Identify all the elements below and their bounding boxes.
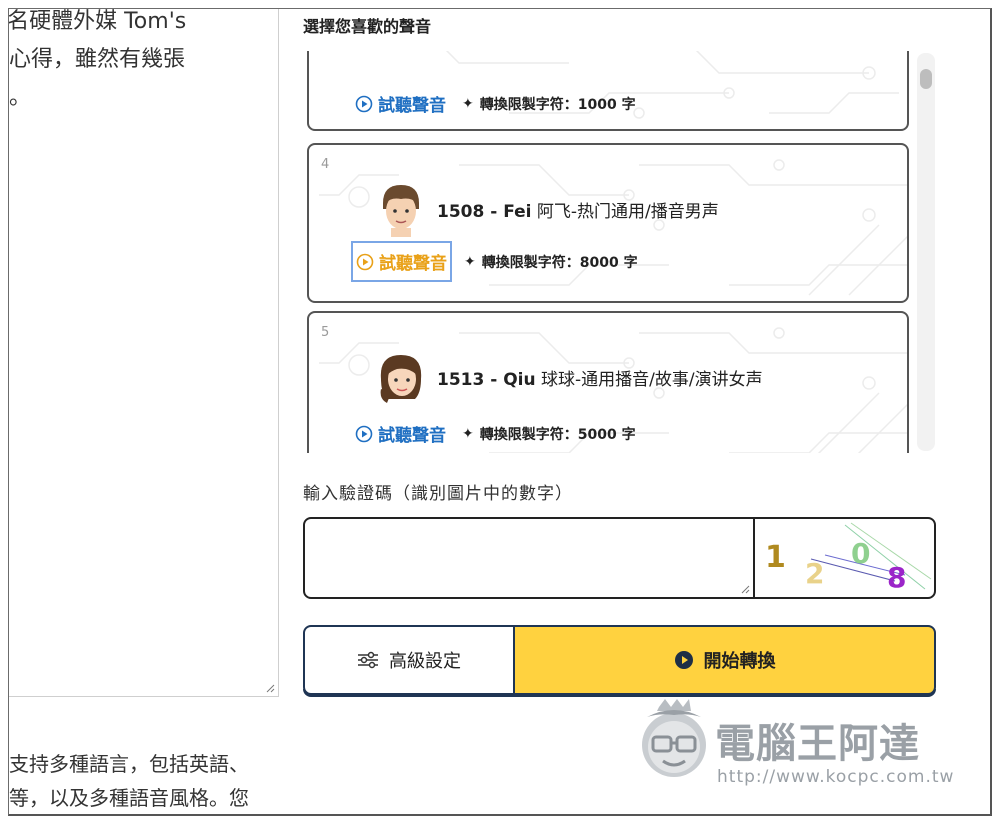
start-convert-button[interactable]: 開始轉換 xyxy=(513,625,936,695)
article-line: 心得，雖然有幾張 xyxy=(9,47,186,72)
watermark-title: 電腦王阿達 xyxy=(715,721,920,767)
voice-card-actions: 試聽聲音 ✦ 轉換限製字符：1000 字 xyxy=(353,87,636,120)
listen-label: 試聽聲音 xyxy=(378,426,446,446)
captcha-input[interactable] xyxy=(303,517,755,599)
voice-card-number: 4 xyxy=(321,157,330,172)
article-line: 支持多種語言，包括英語、 xyxy=(9,752,249,776)
captcha-graphic: 1 2 0 8 xyxy=(765,522,932,594)
voice-card[interactable]: 5 1513 - Qiu 球球-通用播音/故事/演讲女声 試聽聲音 ✦ 轉換限製… xyxy=(307,311,909,453)
avatar xyxy=(389,51,419,57)
voice-list[interactable]: 試聽聲音 ✦ 轉換限製字符：1000 字 4 1508 - Fei 阿飞-热门通… xyxy=(307,51,935,453)
play-circle-icon xyxy=(355,95,373,112)
watermark-url: http://www.kocpc.com.tw xyxy=(717,767,955,787)
watermark-logo: 電腦王阿達 http://www.kocpc.com.tw xyxy=(629,695,969,795)
sliders-icon xyxy=(358,651,378,669)
listen-button[interactable]: 試聽聲音 xyxy=(353,417,448,450)
mascot-icon xyxy=(642,699,706,777)
char-limit-text: 轉換限製字符：5000 字 xyxy=(479,426,636,443)
char-limit: ✦ 轉換限製字符：8000 字 xyxy=(464,252,638,272)
listen-label: 試聽聲音 xyxy=(379,254,447,274)
start-convert-label: 開始轉換 xyxy=(703,651,776,672)
char-limit-text: 轉換限製字符：8000 字 xyxy=(481,254,638,271)
resize-grip-icon[interactable] xyxy=(740,584,750,594)
play-circle-icon xyxy=(355,425,373,442)
voice-description: 阿飞-热门通用/播音男声 xyxy=(536,202,719,222)
voice-card-number: 5 xyxy=(321,325,330,340)
captcha-digit: 2 xyxy=(805,557,824,590)
char-limit-text: 轉換限製字符：1000 字 xyxy=(479,96,636,113)
avatar xyxy=(380,355,422,403)
voice-code: 1513 - Qiu xyxy=(437,370,536,390)
voice-name: 1508 - Fei 阿飞-热门通用/播音男声 xyxy=(437,197,719,222)
captcha-image[interactable]: 1 2 0 8 xyxy=(753,517,936,599)
sparkle-icon: ✦ xyxy=(462,95,474,112)
captcha-digit: 0 xyxy=(851,537,870,570)
play-circle-icon xyxy=(356,253,374,270)
captcha-digit: 1 xyxy=(765,540,786,575)
article-line: 。 xyxy=(9,85,32,110)
advanced-settings-button[interactable]: 高級設定 xyxy=(303,625,515,695)
voice-card-actions: 試聽聲音 ✦ 轉換限製字符：5000 字 xyxy=(353,417,636,450)
voice-description: 球球-通用播音/故事/演讲女声 xyxy=(541,370,763,390)
voice-code: 1508 - Fei xyxy=(437,202,532,222)
voice-card[interactable]: 4 1508 - Fei 阿飞-热门通用/播音男声 試聽聲音 ✦ 轉換限製字符：… xyxy=(307,143,909,303)
screenshot-frame: l名硬體外媒 Tom's 心得，雖然有幾張 。 支持多種語言，包括英語、 等，以… xyxy=(8,8,992,816)
avatar xyxy=(383,185,419,237)
article-text: l名硬體外媒 Tom's 心得，雖然有幾張 。 xyxy=(9,9,186,117)
resize-grip-icon[interactable] xyxy=(265,683,275,693)
voice-card[interactable]: 試聽聲音 ✦ 轉換限製字符：1000 字 xyxy=(307,51,909,131)
article-bottom-text: 支持多種語言，包括英語、 等，以及多種語音風格。您 xyxy=(9,747,249,814)
listen-button[interactable]: 試聽聲音 xyxy=(351,241,452,282)
article-line: 等，以及多種語音風格。您 xyxy=(9,786,249,810)
char-limit: ✦ 轉換限製字符：5000 字 xyxy=(462,424,636,444)
listen-button[interactable]: 試聽聲音 xyxy=(353,87,448,120)
voice-name: 1513 - Qiu 球球-通用播音/故事/演讲女声 xyxy=(437,365,763,390)
scrollbar-thumb[interactable] xyxy=(920,69,932,89)
sparkle-icon: ✦ xyxy=(462,425,474,442)
advanced-settings-label: 高級設定 xyxy=(389,651,461,672)
article-textarea[interactable]: l名硬體外媒 Tom's 心得，雖然有幾張 。 xyxy=(9,9,279,697)
captcha-digit: 8 xyxy=(887,561,906,594)
voice-card-actions: 試聽聲音 ✦ 轉換限製字符：8000 字 xyxy=(351,241,638,282)
listen-label: 試聽聲音 xyxy=(378,96,446,116)
voice-section-title: 選擇您喜歡的聲音 xyxy=(303,17,432,36)
article-line: l名硬體外媒 Tom's xyxy=(9,9,187,34)
char-limit: ✦ 轉換限製字符：1000 字 xyxy=(462,94,636,114)
captcha-label: 輸入驗證碼（識別圖片中的數字） xyxy=(303,484,573,504)
play-circle-icon xyxy=(674,651,693,669)
sparkle-icon: ✦ xyxy=(464,253,476,270)
voice-list-scrollbar[interactable] xyxy=(917,53,935,451)
